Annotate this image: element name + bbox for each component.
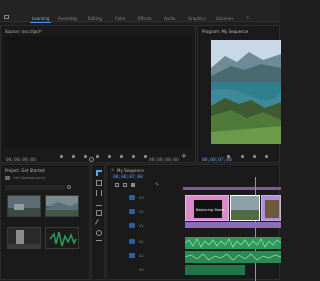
tab-audio[interactable]: Audio [164, 16, 175, 21]
add-marker-icon[interactable] [227, 155, 230, 158]
tab-color[interactable]: Color [115, 16, 125, 21]
project-panel: Project: Get Started Get Started.prproj [0, 164, 90, 280]
add-button-icon[interactable]: + [181, 152, 187, 160]
video-clip[interactable] [185, 222, 281, 228]
mark-out-icon[interactable] [72, 155, 75, 158]
track-label-a2: A2 [139, 254, 144, 258]
track-target-toggle[interactable] [129, 195, 135, 200]
track-target-toggle[interactable] [129, 239, 135, 244]
source-monitor-panel: Source: (no clips) ≡ 00;00;00;00 00;00;0… [0, 25, 196, 163]
tab-learning[interactable]: Learning [29, 16, 52, 23]
selection-tool-icon[interactable] [96, 170, 102, 176]
slip-tool-icon[interactable] [96, 210, 102, 216]
tab-libraries[interactable]: Libraries [216, 16, 233, 21]
insert-icon[interactable] [120, 155, 123, 158]
video-clip[interactable]: Balancing Stone [185, 195, 229, 221]
track-target-toggle[interactable] [129, 209, 135, 214]
track-label-a1: A1 [139, 240, 144, 244]
project-item-thumbnail[interactable] [7, 195, 41, 217]
track-label-v2: V2 [139, 210, 144, 214]
track-select-tool-icon[interactable] [96, 180, 102, 186]
clip-label: Balancing Stone [196, 208, 225, 212]
overwrite-icon[interactable] [132, 155, 135, 158]
clip-thumbnail-image [231, 196, 259, 220]
timeline-timecode: 00;00;07;00 [113, 175, 143, 180]
project-search-field[interactable] [5, 185, 65, 190]
razor-tool-icon[interactable] [96, 200, 102, 206]
search-icon[interactable] [67, 185, 71, 189]
program-monitor-title: Program: My Sequence [202, 29, 249, 34]
video-clip[interactable] [261, 195, 281, 221]
export-frame-icon[interactable] [144, 155, 147, 158]
ripple-edit-tool-icon[interactable] [96, 190, 102, 196]
program-step-icon[interactable] [253, 155, 256, 158]
snap-icon[interactable] [115, 183, 119, 187]
more-workspaces-icon[interactable]: » [246, 15, 249, 21]
project-item-thumbnail[interactable] [45, 227, 79, 249]
close-icon[interactable]: × [111, 167, 114, 172]
track-target-toggle[interactable] [129, 223, 135, 228]
hand-tool-icon[interactable] [96, 230, 102, 236]
timeline-panel: My Sequence × 00;00;07;00 ✎ V3 V2 V1 A1 … [106, 164, 281, 281]
workspace-bar: Learning Assembly Editing Color Effects … [0, 0, 280, 23]
home-icon[interactable] [4, 15, 9, 19]
wrench-icon[interactable]: ✎ [155, 182, 159, 188]
source-viewer [4, 36, 192, 148]
source-monitor-title: Source: (no clips) [5, 29, 40, 34]
timeline-title: My Sequence [117, 168, 144, 173]
source-transport-controls: + [0, 152, 196, 162]
panel-menu-icon[interactable]: ≡ [39, 28, 42, 33]
work-area-bar[interactable] [183, 187, 281, 190]
linked-selection-icon[interactable] [123, 183, 127, 187]
project-item-thumbnail[interactable] [7, 227, 41, 249]
program-transport-controls [197, 152, 280, 162]
track-label-a3: A3 [139, 268, 144, 272]
audio-clip[interactable] [185, 265, 245, 275]
step-forward-icon[interactable] [108, 155, 111, 158]
track-label-v1: V1 [139, 224, 144, 228]
type-tool-icon[interactable] [96, 240, 102, 246]
video-clip[interactable] [230, 195, 260, 221]
track-headers: V3 V2 V1 A1 A2 A3 [107, 193, 181, 279]
tab-graphics[interactable]: Graphics [188, 16, 206, 21]
clip-thumbnail [265, 200, 279, 218]
folder-icon[interactable] [5, 176, 10, 180]
clip-thumbnail-image [8, 228, 40, 248]
clip-thumbnail-image [8, 196, 40, 216]
audio-waveform-icon [185, 253, 281, 261]
audio-clip[interactable] [185, 251, 281, 263]
tab-effects[interactable]: Effects [138, 16, 152, 21]
project-panel-title: Project: Get Started [5, 168, 45, 173]
audio-waveform-icon [185, 238, 281, 248]
audio-waveform-icon [49, 231, 77, 247]
program-monitor-panel: Program: My Sequence 00;00;07;00 [197, 25, 281, 163]
audio-clip[interactable] [185, 237, 281, 249]
track-label-v3: V3 [139, 196, 144, 200]
pen-tool-icon[interactable] [94, 218, 104, 228]
step-back-icon[interactable] [84, 155, 87, 158]
lake-landscape-image [211, 40, 281, 144]
lift-icon[interactable] [265, 155, 268, 158]
program-viewer-frame [211, 40, 281, 144]
tab-assembly[interactable]: Assembly [58, 16, 77, 21]
tools-panel [91, 164, 105, 280]
program-play-icon[interactable] [241, 155, 244, 158]
clip-thumbnail-image [46, 196, 78, 216]
tab-editing[interactable]: Editing [88, 16, 102, 21]
mark-in-icon[interactable] [60, 155, 63, 158]
playhead[interactable] [255, 177, 256, 281]
project-item-thumbnail[interactable] [45, 195, 79, 217]
track-target-toggle[interactable] [129, 253, 135, 258]
project-file-label: Get Started.prproj [13, 176, 45, 180]
play-icon[interactable] [96, 155, 99, 158]
add-marker-icon[interactable] [131, 183, 135, 187]
